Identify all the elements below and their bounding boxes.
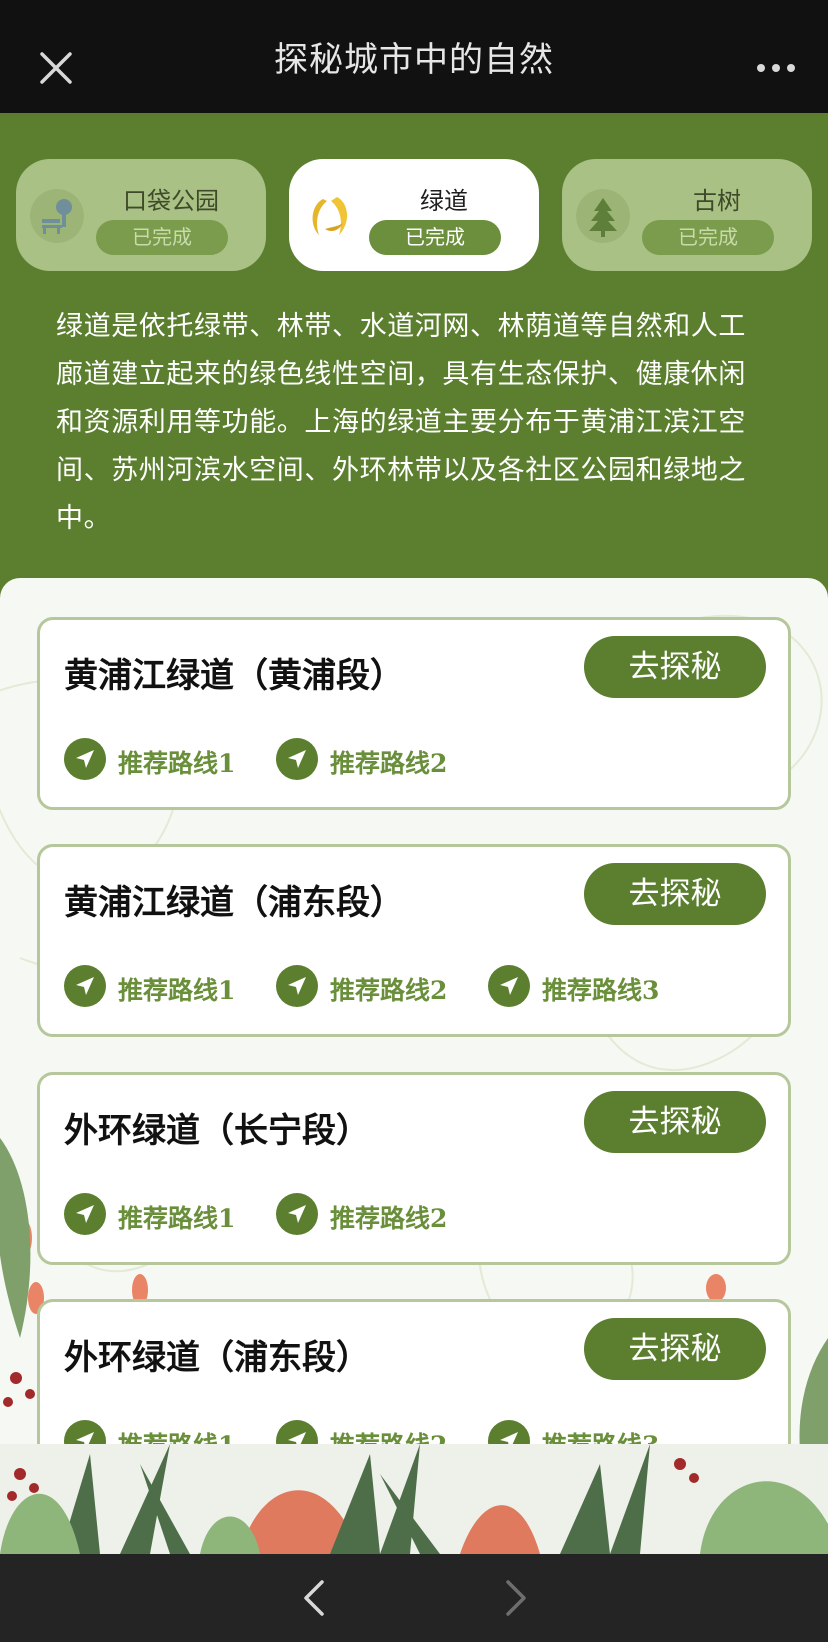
park-bench-icon	[30, 189, 84, 243]
navigation-arrow-icon	[276, 1193, 318, 1235]
route-link[interactable]: 推荐路线2	[276, 965, 476, 1009]
greenway-name: 黄浦江绿道（浦东段）	[64, 883, 404, 923]
route-link[interactable]: 推荐路线1	[64, 1420, 264, 1444]
route-label: 推荐路线1	[118, 1204, 236, 1233]
greenway-list-panel: 黄浦江绿道（黄浦段） 去探秘 推荐路线1 推荐路线2 黄浦江绿道（浦东段） 去探…	[0, 578, 828, 1558]
category-tabs: 口袋公园 已完成 绿道 已完成 古树 已完成	[16, 159, 812, 271]
tab-label: 口袋公园	[123, 187, 219, 215]
status-badge: 已完成	[642, 220, 774, 255]
route-link[interactable]: 推荐路线1	[64, 1193, 264, 1237]
explore-button[interactable]: 去探秘	[584, 1091, 766, 1153]
navigation-arrow-icon	[64, 738, 106, 780]
greenway-card: 黄浦江绿道（黄浦段） 去探秘 推荐路线1 推荐路线2	[37, 617, 791, 810]
chevron-left-icon[interactable]	[296, 1576, 332, 1620]
tab-label: 绿道	[420, 187, 468, 215]
category-description: 绿道是依托绿带、林带、水道河网、林荫道等自然和人工廊道建立起来的绿色线性空间，具…	[56, 311, 746, 534]
route-link[interactable]: 推荐路线2	[276, 1420, 476, 1444]
greenway-card: 黄浦江绿道（浦东段） 去探秘 推荐路线1 推荐路线2 推荐路线3	[37, 844, 791, 1037]
navigation-arrow-icon	[488, 965, 530, 1007]
status-badge: 已完成	[96, 220, 228, 255]
navigation-arrow-icon	[276, 1420, 318, 1444]
close-icon[interactable]	[38, 50, 74, 86]
route-link[interactable]: 推荐路线1	[64, 738, 264, 782]
navigation-arrow-icon	[64, 1420, 106, 1444]
plants-decoration	[0, 1444, 828, 1554]
navigation-arrow-icon	[276, 965, 318, 1007]
greenway-card: 外环绿道（长宁段） 去探秘 推荐路线1 推荐路线2	[37, 1072, 791, 1265]
tab-pocket-park[interactable]: 口袋公园 已完成	[16, 159, 266, 271]
greenway-name: 黄浦江绿道（黄浦段）	[64, 656, 404, 696]
route-label: 推荐路线2	[330, 976, 448, 1005]
explore-button[interactable]: 去探秘	[584, 1318, 766, 1380]
top-bar: 探秘城市中的自然	[0, 0, 828, 113]
chevron-right-icon[interactable]	[498, 1576, 534, 1620]
route-link[interactable]: 推荐路线3	[488, 1420, 688, 1444]
pine-tree-icon	[576, 189, 630, 243]
navigation-arrow-icon	[64, 1193, 106, 1235]
tab-label: 古树	[693, 187, 741, 215]
route-link[interactable]: 推荐路线2	[276, 1193, 476, 1237]
greenway-name: 外环绿道（长宁段）	[64, 1111, 370, 1151]
cards-list: 黄浦江绿道（黄浦段） 去探秘 推荐路线1 推荐路线2 黄浦江绿道（浦东段） 去探…	[0, 578, 828, 1444]
explore-button[interactable]: 去探秘	[584, 636, 766, 698]
greenway-name: 外环绿道（浦东段）	[64, 1338, 370, 1378]
bottom-navigation	[0, 1554, 828, 1642]
more-icon[interactable]	[756, 56, 796, 80]
route-link[interactable]: 推荐路线2	[276, 738, 476, 782]
navigation-arrow-icon	[488, 1420, 530, 1444]
tab-ancient-tree[interactable]: 古树 已完成	[562, 159, 812, 271]
navigation-arrow-icon	[64, 965, 106, 1007]
route-label: 推荐路线2	[330, 1426, 447, 1444]
navigation-arrow-icon	[276, 738, 318, 780]
route-label: 推荐路线1	[118, 749, 236, 778]
page-title: 探秘城市中的自然	[274, 40, 554, 80]
route-link[interactable]: 推荐路线1	[64, 965, 264, 1009]
route-label: 推荐路线2	[330, 749, 448, 778]
greenway-card: 外环绿道（浦东段） 去探秘 推荐路线1	[37, 1299, 791, 1444]
greenway-swirl-icon	[312, 197, 348, 235]
route-label: 推荐路线1	[118, 976, 236, 1005]
route-link[interactable]: 推荐路线3	[488, 965, 688, 1009]
tab-greenway[interactable]: 绿道 已完成	[289, 159, 539, 271]
status-badge: 已完成	[369, 220, 501, 255]
route-label: 推荐路线1	[118, 1426, 235, 1444]
page: 探秘城市中的自然 口袋公园 已完成 绿道 已完成 古树 已完成 绿道是依托绿带、…	[0, 0, 828, 1642]
explore-button[interactable]: 去探秘	[584, 863, 766, 925]
route-label: 推荐路线3	[542, 976, 660, 1005]
route-label: 推荐路线3	[542, 1426, 659, 1444]
route-label: 推荐路线2	[330, 1204, 448, 1233]
